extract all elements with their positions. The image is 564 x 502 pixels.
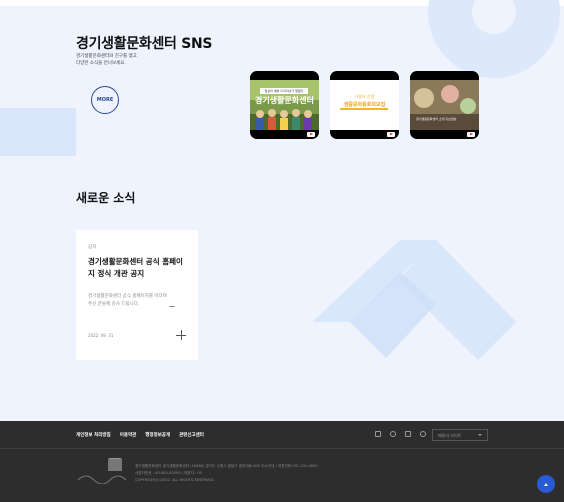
video-thumb-1-caption-top: 일상이 예술 디자이너가 말했다 bbox=[260, 88, 308, 94]
footer-info: 경기생활문화센터 경기생활문화센터 (16480) 경기도 수원시 팔달구 중부… bbox=[135, 463, 365, 484]
sns-video-thumb-2[interactable]: 가을의 운영 생활문화동호회모집 bbox=[330, 71, 399, 139]
news-card[interactable]: 공지 경기생활문화센터 공식 홈페이지 정식 개관 공지 경기생활문화센터 공식… bbox=[76, 230, 198, 360]
plus-icon[interactable] bbox=[176, 330, 186, 340]
scroll-top-button[interactable] bbox=[537, 475, 555, 493]
video-thumb-image bbox=[410, 80, 479, 130]
family-site-label: 패밀리 사이트 bbox=[438, 433, 462, 438]
footer-divider bbox=[0, 448, 564, 449]
sns-section-title: 경기생활문화센터 SNS bbox=[76, 36, 213, 52]
footer-info-line-1: 경기생활문화센터 경기생활문화센터 (16480) 경기도 수원시 팔달구 중부… bbox=[135, 464, 318, 468]
blog-icon[interactable] bbox=[420, 431, 426, 437]
news-body: 경기생활문화센터 공식 홈페이지를 이다려주신 분들께 감사 드립니다. bbox=[88, 294, 167, 307]
news-date: 2022. 09. 31 bbox=[88, 333, 114, 338]
news-category: 공지 bbox=[88, 245, 97, 250]
instagram-icon[interactable] bbox=[390, 431, 396, 437]
youtube-icon bbox=[467, 132, 475, 137]
sns-description: 경기생활문화센터와 친구를 맺고 다양한 소식을 만나보세요. bbox=[76, 53, 186, 67]
header-menu-tab bbox=[537, 0, 553, 4]
footer-links: 개인정보 처리방침 이용약관 행정정보공개 관련신고센터 bbox=[76, 432, 204, 438]
youtube-icon bbox=[307, 132, 315, 137]
footer-info-line-3: COPYRIGHT(c)2022. ALL RIGHTS RESERVED. bbox=[135, 478, 215, 482]
footer-logo bbox=[77, 458, 127, 484]
chevron-down-icon bbox=[478, 434, 482, 436]
news-dash bbox=[169, 306, 175, 307]
video-thumb-2-caption-main: 생활문화동호회모집 bbox=[343, 102, 386, 108]
footer-link-privacy[interactable]: 개인정보 처리방침 bbox=[76, 432, 111, 438]
sns-desc-line-1: 경기생활문화센터와 친구를 맺고 bbox=[76, 54, 137, 59]
header-bar bbox=[0, 0, 564, 6]
footer-link-terms[interactable]: 이용약관 bbox=[120, 432, 137, 438]
youtube-icon bbox=[387, 132, 395, 137]
family-site-select[interactable]: 패밀리 사이트 bbox=[432, 429, 488, 441]
sns-video-thumb-3[interactable]: 경기생활문화센터 소개 홍보영상 bbox=[410, 71, 479, 139]
facebook-icon[interactable] bbox=[375, 431, 381, 437]
footer-sns bbox=[375, 431, 426, 437]
sns-desc-line-2: 다양한 소식을 만나보세요. bbox=[76, 61, 126, 66]
sns-video-list: 일상이 예술 디자이너가 말했다 경기생활문화센터 가을의 운영 생활문화동호회… bbox=[250, 71, 480, 139]
sns-more-button[interactable]: MORE bbox=[91, 86, 119, 114]
news-section-title: 새로운 소식 bbox=[76, 191, 136, 205]
youtube-icon[interactable] bbox=[405, 431, 411, 437]
news-headline: 경기생활문화센터 공식 홈페이지 정식 개관 공지 bbox=[88, 257, 183, 278]
arrow-up-icon bbox=[544, 482, 548, 486]
footer-link-report[interactable]: 관련신고센터 bbox=[179, 432, 204, 438]
video-thumb-1-caption-main: 경기생활문화센터 bbox=[255, 96, 314, 105]
footer-link-disclosure[interactable]: 행정정보공개 bbox=[145, 432, 170, 438]
footer-info-line-2: 사업자번호 : 00-000-00000 / 대표자 : 00 bbox=[135, 471, 202, 475]
sns-video-thumb-1[interactable]: 일상이 예술 디자이너가 말했다 경기생활문화센터 bbox=[250, 71, 319, 139]
video-thumb-3-caption: 경기생활문화센터 소개 홍보영상 bbox=[416, 117, 457, 121]
video-thumb-2-caption-top: 가을의 운영 bbox=[354, 94, 375, 99]
